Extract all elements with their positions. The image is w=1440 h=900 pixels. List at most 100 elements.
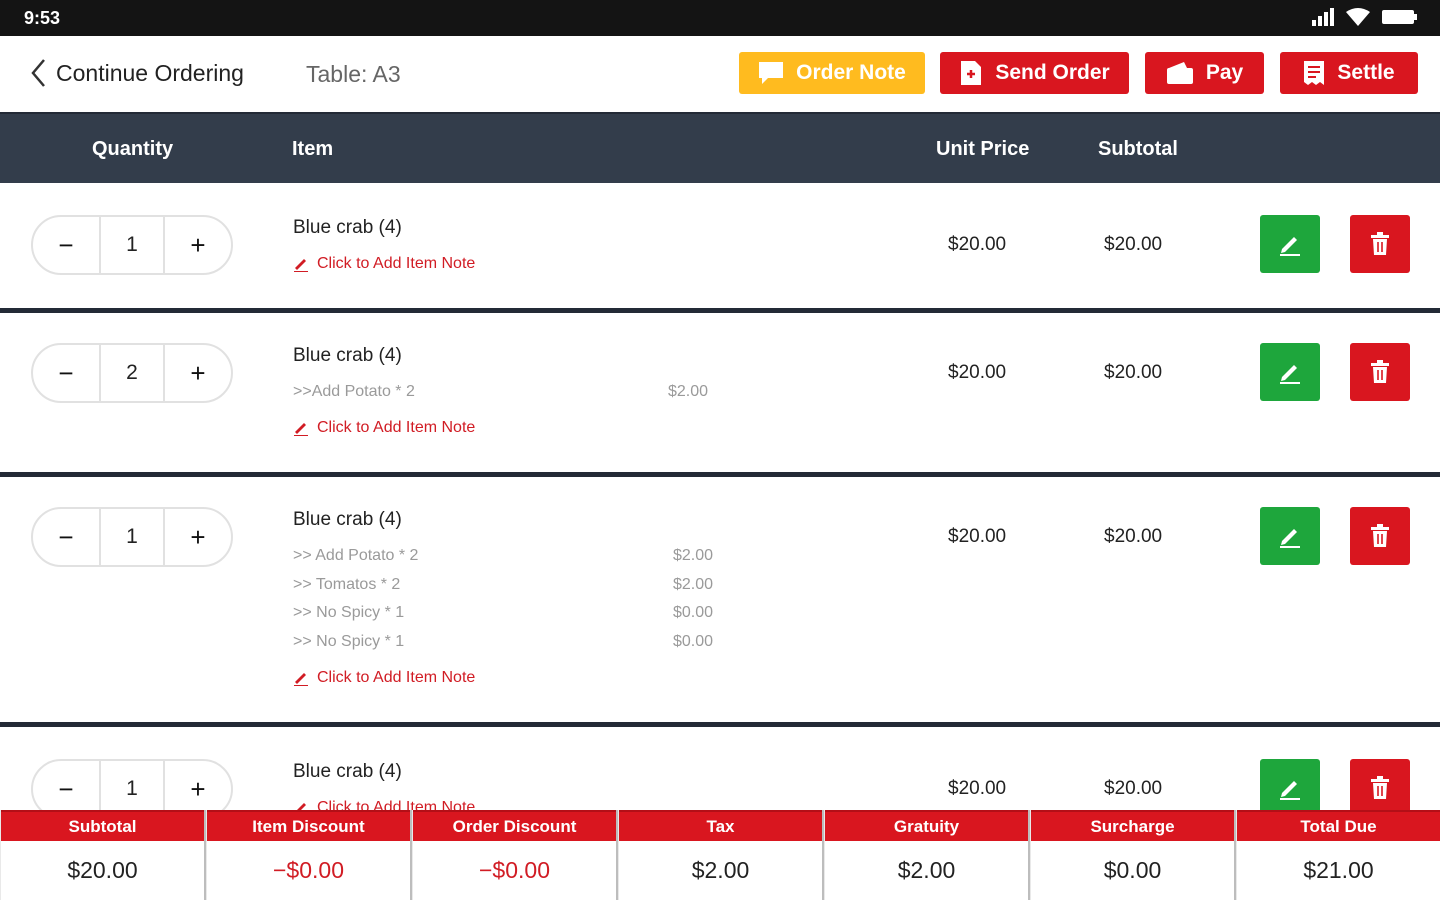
unit-price: $20.00 <box>948 362 1007 383</box>
quantity-value: 2 <box>99 345 165 401</box>
battery-icon <box>1382 10 1417 24</box>
trash-icon <box>1371 360 1389 383</box>
quantity-value: 1 <box>99 509 165 565</box>
item-subtotal: $20.00 <box>1104 778 1163 799</box>
delete-item-button[interactable] <box>1350 215 1410 273</box>
item-modifier: >>Add Potato * 2 <box>293 383 415 400</box>
item-subtotal: $20.00 <box>1104 526 1163 547</box>
continue-ordering-label: Continue Ordering <box>56 59 244 86</box>
totals-order-discount: Order Discount −$0.00 <box>412 810 618 900</box>
item-modifier: >> No Spicy * 1 <box>293 604 405 621</box>
header-item: Item <box>292 138 334 160</box>
unit-price: $20.00 <box>948 778 1007 799</box>
add-item-note-label: Click to Add Item Note <box>317 419 476 436</box>
order-item-row: − 2 + Blue crab (4) >>Add Potato * 2 $2.… <box>0 313 1440 477</box>
edit-item-button[interactable] <box>1260 215 1320 273</box>
add-item-note-label: Click to Add Item Note <box>317 255 476 272</box>
decrease-quantity-button[interactable]: − <box>33 761 99 810</box>
item-modifier: >> Add Potato * 2 <box>293 547 419 564</box>
order-totals-bar: Subtotal $20.00 Item Discount −$0.00 Ord… <box>0 810 1440 900</box>
trash-icon <box>1371 232 1389 255</box>
quantity-value: 1 <box>99 761 165 810</box>
trash-icon <box>1371 776 1389 799</box>
order-note-label: Order Note <box>796 61 906 84</box>
edit-item-button[interactable] <box>1260 759 1320 810</box>
edit-icon <box>1280 529 1300 548</box>
totals-total-due-value: $21.00 <box>1303 857 1374 883</box>
delete-item-button[interactable] <box>1350 507 1410 565</box>
pencil-icon <box>294 259 308 272</box>
header-unit-price: Unit Price <box>936 138 1030 160</box>
delete-item-button[interactable] <box>1350 343 1410 401</box>
totals-order-discount-value: −$0.00 <box>479 857 550 883</box>
modifier-price: $2.00 <box>673 547 714 564</box>
quantity-stepper: − 1 + <box>31 759 233 810</box>
pay-button[interactable]: Pay <box>1145 52 1264 94</box>
status-time: 9:53 <box>24 8 61 28</box>
modifier-price: $0.00 <box>673 633 714 650</box>
settle-label: Settle <box>1337 61 1395 84</box>
increase-quantity-button[interactable]: + <box>165 761 231 810</box>
edit-item-button[interactable] <box>1260 343 1320 401</box>
chevron-left-icon <box>31 59 45 87</box>
item-subtotal: $20.00 <box>1104 362 1163 383</box>
increase-quantity-button[interactable]: + <box>165 509 231 565</box>
receipt-icon <box>1304 61 1325 85</box>
pencil-icon <box>294 423 308 436</box>
totals-surcharge: Surcharge $0.00 <box>1030 810 1236 900</box>
totals-subtotal-label: Subtotal <box>1 810 204 841</box>
pay-label: Pay <box>1205 61 1244 84</box>
settle-button[interactable]: Settle <box>1280 52 1418 94</box>
add-item-note-link[interactable]: Click to Add Item Note <box>293 669 475 687</box>
item-modifier: >> Tomatos * 2 <box>293 576 401 593</box>
order-item-row: − 1 + Blue crab (4) Click to Add Item No… <box>0 727 1440 810</box>
item-name: Blue crab (4) <box>293 345 402 366</box>
totals-item-discount: Item Discount −$0.00 <box>206 810 412 900</box>
pencil-icon <box>297 803 306 810</box>
send-document-icon <box>961 61 982 85</box>
status-bar: 9:53 <box>0 0 1440 36</box>
item-subtotal: $20.00 <box>1104 234 1163 255</box>
order-item-row: − 1 + Blue crab (4) >> Add Potato * 2 $2… <box>0 477 1440 727</box>
item-name: Blue crab (4) <box>293 761 402 782</box>
quantity-value: 1 <box>99 217 165 273</box>
totals-gratuity-label: Gratuity <box>825 810 1028 841</box>
totals-item-discount-label: Item Discount <box>207 810 410 841</box>
add-item-note-label: Click to Add Item Note <box>317 669 476 686</box>
header-subtotal: Subtotal <box>1098 138 1178 160</box>
decrease-quantity-button[interactable]: − <box>33 217 99 273</box>
totals-total-due: Total Due $21.00 <box>1236 810 1440 900</box>
comment-icon <box>759 62 784 84</box>
edit-icon <box>1280 365 1300 384</box>
modifier-price: $2.00 <box>673 576 714 593</box>
delete-item-button[interactable] <box>1350 759 1410 810</box>
edit-item-button[interactable] <box>1260 507 1320 565</box>
totals-tax: Tax $2.00 <box>618 810 824 900</box>
order-item-row: − 1 + Blue crab (4) Click to Add Item No… <box>0 183 1440 313</box>
totals-surcharge-value: $0.00 <box>1103 857 1162 883</box>
unit-price: $20.00 <box>948 526 1007 547</box>
pencil-icon <box>294 673 308 686</box>
item-name: Blue crab (4) <box>293 509 402 530</box>
add-item-note-link[interactable]: Click to Add Item Note <box>293 255 475 273</box>
decrease-quantity-button[interactable]: − <box>33 509 99 565</box>
table-label: Table: A3 <box>306 61 401 87</box>
increase-quantity-button[interactable]: + <box>165 217 231 273</box>
continue-ordering-button[interactable]: Continue Ordering <box>30 58 244 88</box>
totals-total-due-label: Total Due <box>1237 810 1440 841</box>
order-note-button[interactable]: Order Note <box>739 52 925 94</box>
top-bar: Continue Ordering Table: A3 Order Note S… <box>0 36 1440 112</box>
quantity-stepper: − 1 + <box>31 215 233 275</box>
order-items-list: − 1 + Blue crab (4) Click to Add Item No… <box>0 183 1440 810</box>
totals-order-discount-label: Order Discount <box>413 810 616 841</box>
totals-gratuity-value: $2.00 <box>897 857 956 883</box>
add-item-note-label: Click to Add Item Note <box>317 799 476 810</box>
totals-gratuity: Gratuity $2.00 <box>824 810 1030 900</box>
increase-quantity-button[interactable]: + <box>165 345 231 401</box>
add-item-note-link[interactable]: Click to Add Item Note <box>293 799 475 810</box>
edit-icon <box>1280 781 1300 800</box>
send-order-label: Send Order <box>995 61 1110 84</box>
send-order-button[interactable]: Send Order <box>940 52 1129 94</box>
add-item-note-link[interactable]: Click to Add Item Note <box>293 419 475 437</box>
decrease-quantity-button[interactable]: − <box>33 345 99 401</box>
